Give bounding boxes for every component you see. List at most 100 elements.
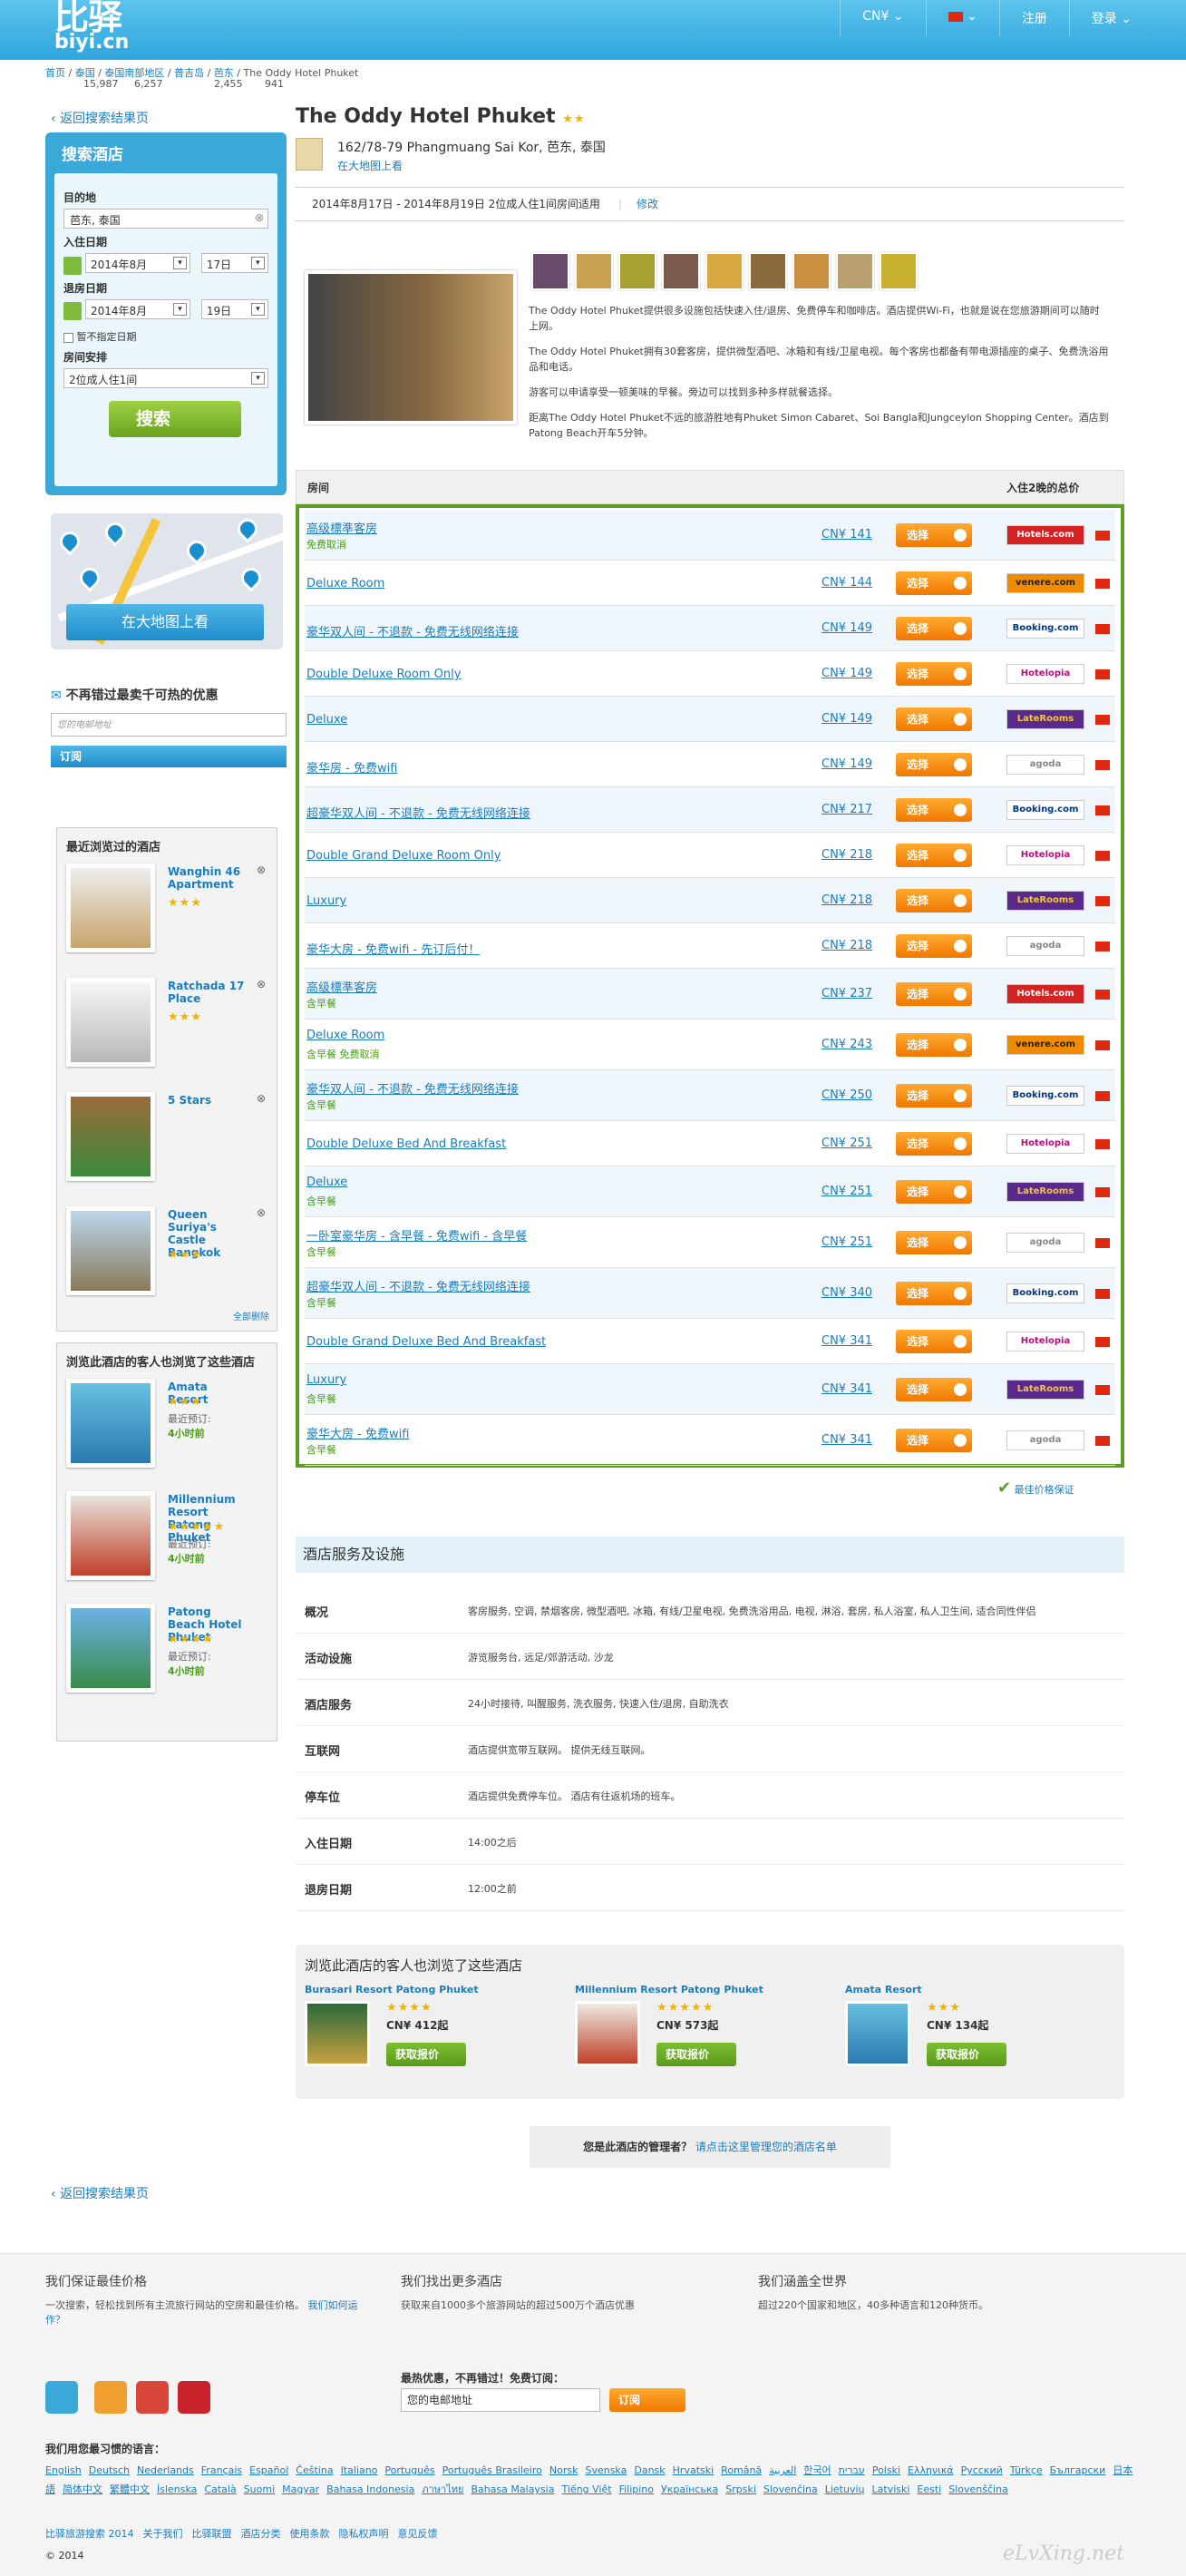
checkin-month-select[interactable]: 2014年8月 xyxy=(85,253,190,273)
rate-row[interactable]: Double Deluxe Bed And Breakfast CN¥ 251 选择… xyxy=(305,1121,1115,1166)
language-link[interactable]: Norsk xyxy=(549,2464,578,2476)
language-link[interactable]: Dansk xyxy=(634,2464,665,2476)
language-link[interactable]: Filipino xyxy=(619,2483,654,2495)
email-icon[interactable] xyxy=(45,2381,78,2414)
room-name-link[interactable]: Deluxe xyxy=(306,713,347,727)
language-link[interactable]: Srpski xyxy=(725,2483,756,2495)
provider-logo[interactable]: LateRooms xyxy=(1006,1380,1084,1400)
room-name-link[interactable]: 豪华大房 - 免费wifi xyxy=(306,1424,409,1441)
price-link[interactable]: CN¥ 341 xyxy=(821,1334,872,1348)
rate-row[interactable]: Double Grand Deluxe Bed And Breakfast CN¥… xyxy=(305,1319,1115,1364)
select-button[interactable]: 选择 xyxy=(896,707,972,731)
select-button[interactable]: 选择 xyxy=(896,1084,972,1107)
provider-logo[interactable]: venere.com xyxy=(1006,1035,1084,1055)
currency-selector[interactable]: CN¥ ⌄ xyxy=(840,0,925,36)
footer-link[interactable]: 隐私权声明 xyxy=(339,2528,389,2540)
pinterest-icon[interactable] xyxy=(178,2381,210,2414)
select-button[interactable]: 选择 xyxy=(896,571,972,595)
select-button[interactable]: 选择 xyxy=(896,1429,972,1452)
price-link[interactable]: CN¥ 341 xyxy=(821,1382,872,1396)
language-link[interactable]: Deutsch xyxy=(89,2464,130,2476)
gallery-thumb[interactable] xyxy=(531,252,569,290)
provider-logo[interactable]: Hotelopia xyxy=(1006,1332,1084,1351)
language-link[interactable]: Türkçe xyxy=(1010,2464,1043,2476)
hotel-name-link[interactable]: Burasari Resort Patong Phuket xyxy=(305,1984,479,1995)
language-link[interactable]: Polski xyxy=(872,2464,900,2476)
language-link[interactable]: Svenska xyxy=(585,2464,627,2476)
room-name-link[interactable]: Deluxe xyxy=(306,1176,347,1189)
gallery-thumb[interactable] xyxy=(705,252,744,290)
language-link[interactable]: Български xyxy=(1050,2464,1106,2476)
google-plus-icon[interactable] xyxy=(136,2381,169,2414)
list-item[interactable]: Queen Suriya's Castle Bangkok ★★★ ⊗ xyxy=(66,1206,267,1321)
language-link[interactable]: 简体中文 xyxy=(63,2483,102,2495)
footer-link[interactable]: 意见反馈 xyxy=(398,2528,438,2540)
gallery-thumb[interactable] xyxy=(836,252,874,290)
calendar-icon[interactable] xyxy=(63,302,82,320)
room-name-link[interactable]: 高级標準客房 xyxy=(306,519,377,536)
rate-row[interactable]: Deluxe Room CN¥ 144 选择 venere.com xyxy=(305,561,1115,606)
footer-link[interactable]: 比驿联盟 xyxy=(192,2528,232,2540)
price-link[interactable]: CN¥ 149 xyxy=(821,667,872,680)
language-link[interactable]: Íslenska xyxy=(157,2483,197,2495)
rate-row[interactable]: 豪华大房 - 免费wifi - 先订后付！ CN¥ 218 选择 agoda xyxy=(305,923,1115,969)
rate-row[interactable]: 高级標準客房 免费取消 CN¥ 141 选择 Hotels.com xyxy=(305,510,1115,561)
rate-row[interactable]: 豪华房 - 免费wifi CN¥ 149 选择 agoda xyxy=(305,742,1115,787)
price-link[interactable]: CN¥ 144 xyxy=(821,576,872,590)
gallery-thumb[interactable] xyxy=(575,252,613,290)
language-link[interactable]: Hrvatski xyxy=(673,2464,715,2476)
price-link[interactable]: CN¥ 218 xyxy=(821,893,872,907)
delete-all-link[interactable]: 全部删除 xyxy=(233,1309,269,1322)
language-link[interactable]: Slovenčina xyxy=(763,2483,818,2495)
price-guarantee-link[interactable]: 最佳价格保证 xyxy=(1015,1484,1074,1496)
room-name-link[interactable]: 超豪华双人间 - 不退款 - 免费无线网络连接 xyxy=(306,804,530,821)
footer-link[interactable]: 酒店分类 xyxy=(241,2528,281,2540)
language-link[interactable]: Português Brasileiro xyxy=(442,2464,542,2476)
hotel-main-photo[interactable] xyxy=(305,270,517,424)
select-button[interactable]: 选择 xyxy=(896,617,972,640)
price-link[interactable]: CN¥ 243 xyxy=(821,1038,872,1051)
weibo-icon[interactable] xyxy=(94,2381,127,2414)
get-quote-button[interactable]: 获取报价 xyxy=(656,2043,736,2066)
language-link[interactable]: Українська xyxy=(661,2483,718,2495)
search-button[interactable]: 搜索 xyxy=(109,401,241,437)
remove-icon[interactable]: ⊗ xyxy=(257,978,266,990)
rate-row[interactable]: Luxury 含早餐 CN¥ 341 选择 LateRooms xyxy=(305,1364,1115,1415)
no-date-checkbox[interactable] xyxy=(63,332,73,343)
rate-row[interactable]: 豪华双人间 - 不退款 - 免费无线网络连接 含早餐 CN¥ 250 选择 Bookin… xyxy=(305,1070,1115,1121)
provider-logo[interactable]: Hotelopia xyxy=(1006,664,1084,684)
provider-logo[interactable]: agoda xyxy=(1006,936,1084,956)
footer-subscribe-button[interactable]: 订阅 xyxy=(609,2388,685,2412)
language-link[interactable]: 한국어 xyxy=(803,2464,831,2476)
clear-icon[interactable]: ⊗ xyxy=(255,211,264,224)
checkin-day-select[interactable]: 17日 xyxy=(200,253,268,273)
gallery-thumb[interactable] xyxy=(880,252,918,290)
language-selector[interactable]: ⌄ xyxy=(925,0,999,36)
room-name-link[interactable]: Double Grand Deluxe Bed And Breakfast xyxy=(306,1335,546,1349)
hotel-thumbnail[interactable] xyxy=(66,978,155,1067)
price-link[interactable]: CN¥ 149 xyxy=(821,757,872,771)
remove-icon[interactable]: ⊗ xyxy=(257,1206,266,1219)
footer-link[interactable]: 关于我们 xyxy=(143,2528,183,2540)
language-link[interactable]: Français xyxy=(201,2464,242,2476)
hotel-thumbnail[interactable] xyxy=(66,1206,155,1295)
select-button[interactable]: 选择 xyxy=(896,753,972,776)
list-item[interactable]: Amata Resort ★★★ 最近预订: 4小时前 xyxy=(66,1379,267,1491)
hotel-thumbnail[interactable] xyxy=(66,1491,155,1580)
logo[interactable]: 比驿 biyi.cn xyxy=(54,0,129,53)
hotel-thumbnail[interactable] xyxy=(66,1379,155,1468)
hotel-name-link[interactable]: 5 Stars xyxy=(168,1094,249,1107)
breadcrumb-item[interactable]: 普吉岛 xyxy=(174,67,204,79)
room-name-link[interactable]: Double Deluxe Room Only xyxy=(306,668,461,681)
room-name-link[interactable]: 超豪华双人间 - 不退款 - 免费无线网络连接 xyxy=(306,1277,530,1294)
price-link[interactable]: CN¥ 341 xyxy=(821,1433,872,1447)
room-name-link[interactable]: 一卧室豪华房 - 含早餐 - 免费wifi - 含早餐 xyxy=(306,1226,527,1244)
newsletter-email-input[interactable]: 您的电邮地址 xyxy=(51,713,287,737)
rate-row[interactable]: Deluxe Room 含早餐 免费取消 CN¥ 243 选择 venere.com xyxy=(305,1020,1115,1070)
room-name-link[interactable]: 豪华双人间 - 不退款 - 免费无线网络连接 xyxy=(306,622,519,639)
calendar-icon[interactable] xyxy=(63,256,82,275)
login-link[interactable]: 登录 ⌄ xyxy=(1068,0,1153,36)
back-to-results-link[interactable]: ‹ 返回搜索结果页 xyxy=(51,109,149,127)
room-name-link[interactable]: Double Deluxe Bed And Breakfast xyxy=(306,1137,506,1151)
select-button[interactable]: 选择 xyxy=(896,1180,972,1204)
